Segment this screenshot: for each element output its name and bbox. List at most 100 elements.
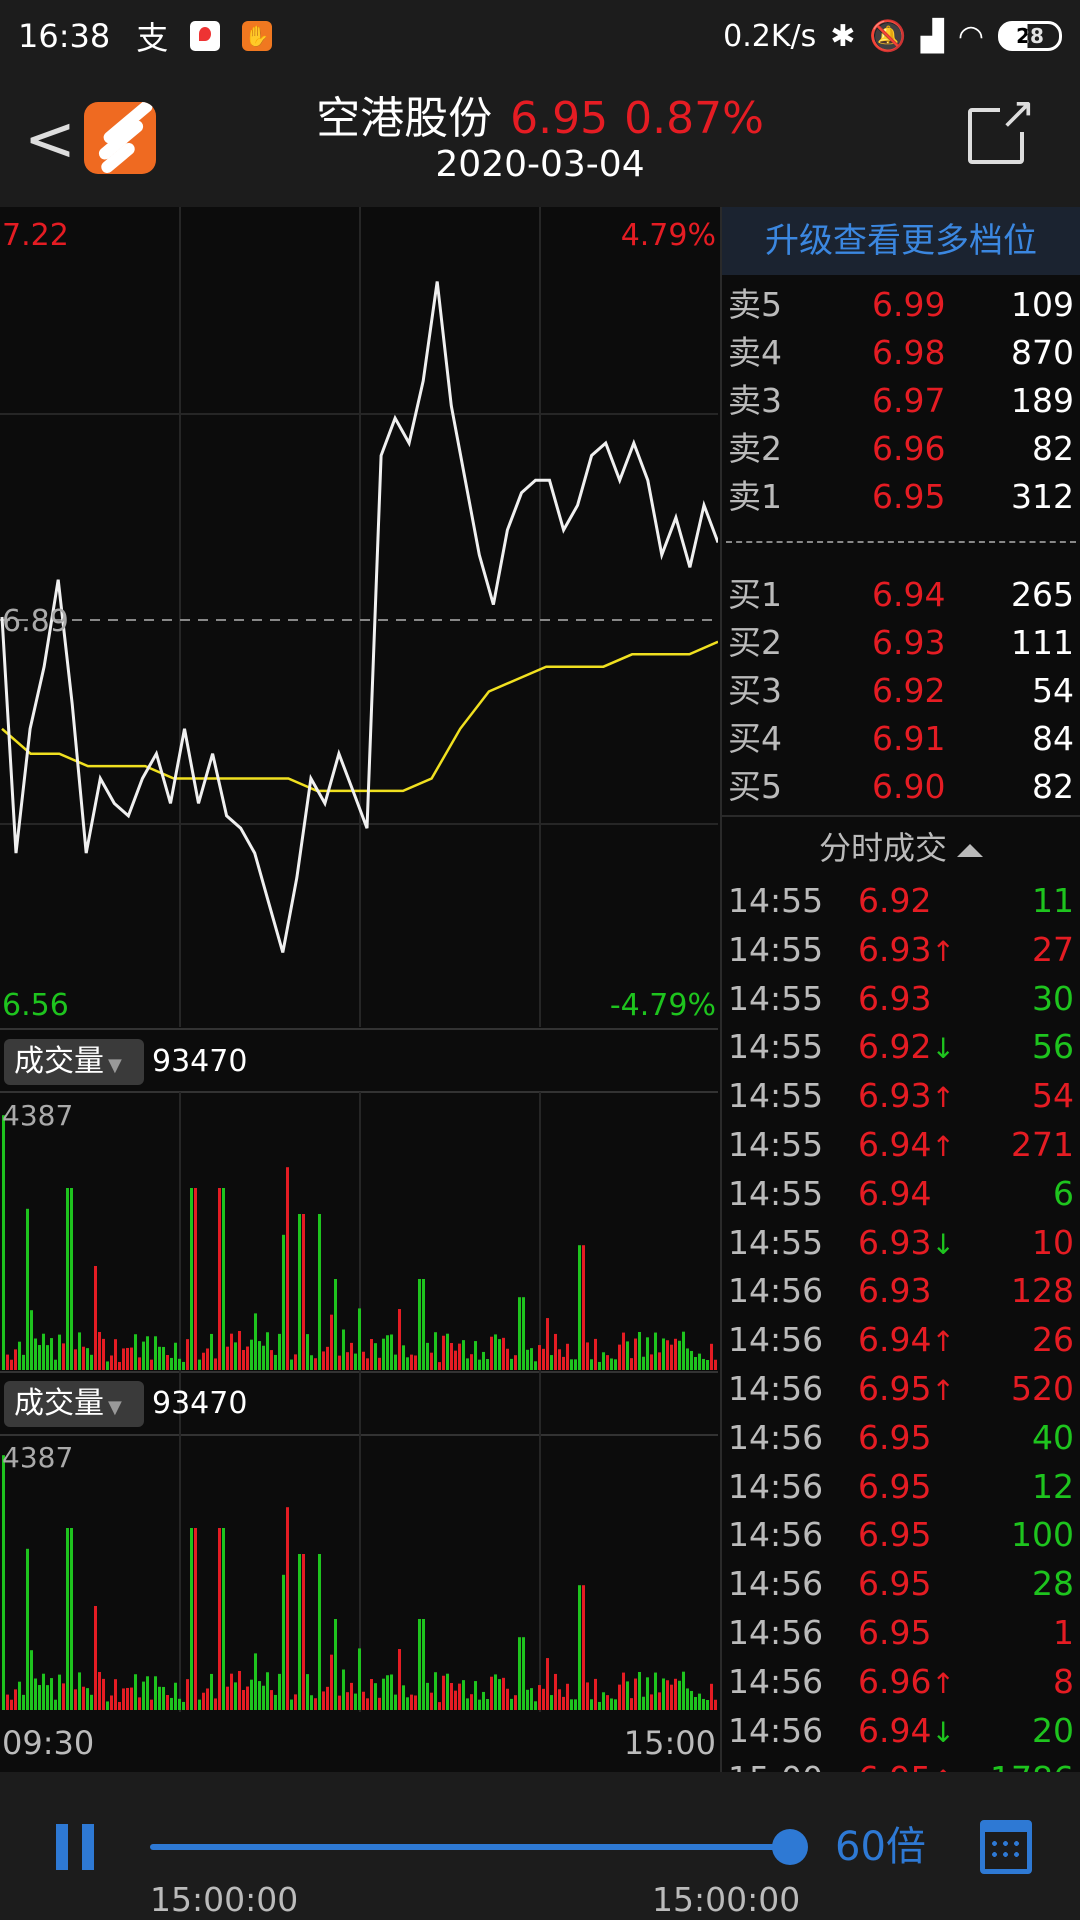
tick-time: 14:55 bbox=[728, 881, 824, 920]
volume-bar bbox=[674, 1338, 677, 1370]
caret-down-icon: ▼ bbox=[108, 1055, 122, 1076]
triangle-up-icon bbox=[957, 843, 983, 857]
volume-bar bbox=[402, 1345, 405, 1370]
tick-time: 14:55 bbox=[728, 1076, 824, 1116]
tick-row: 14:56 6.95 1 bbox=[722, 1609, 1080, 1658]
volume-bar bbox=[306, 1674, 309, 1710]
volume-bar bbox=[122, 1348, 125, 1370]
volume-bar bbox=[710, 1683, 713, 1710]
volume-bar bbox=[46, 1685, 49, 1710]
volume-bar bbox=[26, 1548, 29, 1710]
volume-bar bbox=[34, 1678, 37, 1710]
speed-button[interactable]: 60倍 bbox=[835, 1814, 926, 1872]
volume-bar bbox=[150, 1359, 153, 1370]
volume-bar bbox=[118, 1701, 121, 1710]
orderbook-divider bbox=[726, 507, 1076, 543]
volume-total-1: 93470 bbox=[152, 1044, 248, 1079]
volume-bar bbox=[406, 1357, 409, 1370]
volume-bar bbox=[574, 1359, 577, 1370]
volume-bar bbox=[354, 1353, 357, 1370]
volume-bar bbox=[306, 1334, 309, 1370]
bid-price: 6.94 bbox=[872, 575, 946, 614]
ask-vol: 82 bbox=[1032, 429, 1074, 468]
volume-bar bbox=[14, 1689, 17, 1710]
volume-bar bbox=[402, 1685, 405, 1710]
arrow-up-icon: ↑ bbox=[931, 1129, 955, 1163]
ticks-header-label: 分时成交 bbox=[818, 829, 947, 867]
tick-price-value: 6.93 bbox=[858, 1222, 932, 1262]
volume-indicator-select-1[interactable]: 成交量 ▼ bbox=[4, 1039, 144, 1085]
ask-row: 卖5 6.99 109 bbox=[722, 281, 1080, 329]
volume-bar bbox=[130, 1347, 133, 1370]
tick-price: 6.95 bbox=[858, 1609, 931, 1658]
volume-bar bbox=[522, 1297, 525, 1370]
bid-row: 买2 6.93 111 bbox=[722, 619, 1080, 667]
volume-bar bbox=[570, 1359, 573, 1370]
volume-bar bbox=[342, 1669, 345, 1710]
external-link-icon[interactable] bbox=[968, 88, 1036, 164]
volume-bar bbox=[74, 1349, 77, 1370]
volume-bar bbox=[126, 1687, 129, 1710]
ask-label: 卖3 bbox=[728, 381, 782, 420]
tick-row: 14:55 6.94 6 bbox=[722, 1170, 1080, 1219]
volume-bar bbox=[634, 1678, 637, 1710]
volume-bar bbox=[102, 1338, 105, 1370]
volume-bar bbox=[238, 1330, 241, 1370]
playback-bar: 60倍 15:00:00 15:00:00 bbox=[0, 1772, 1080, 1920]
volume-bar bbox=[418, 1279, 421, 1370]
volume-bar bbox=[378, 1357, 381, 1370]
volume-bar bbox=[534, 1701, 537, 1710]
ticks-header-toggle[interactable]: 分时成交 bbox=[722, 815, 1080, 877]
status-time: 16:38 bbox=[18, 17, 111, 55]
volume-bar bbox=[682, 1671, 685, 1710]
volume-bar bbox=[110, 1695, 113, 1710]
tick-price: 6.95 bbox=[858, 1511, 931, 1560]
volume-bar bbox=[462, 1340, 465, 1370]
bid-row: 买5 6.90 82 bbox=[722, 763, 1080, 811]
tick-vol: 520 bbox=[1011, 1368, 1074, 1408]
bid-row: 买3 6.92 54 bbox=[722, 667, 1080, 715]
volume-bar bbox=[158, 1346, 161, 1370]
tick-vol: 30 bbox=[1032, 978, 1074, 1018]
volume-bar bbox=[498, 1679, 501, 1710]
stock-price: 6.95 bbox=[510, 93, 609, 144]
volume-bar bbox=[170, 1357, 173, 1370]
volume-bar bbox=[694, 1697, 697, 1710]
volume-bar bbox=[614, 1359, 617, 1370]
progress-knob[interactable] bbox=[772, 1829, 808, 1865]
volume-bar bbox=[638, 1671, 641, 1710]
volume-bar bbox=[214, 1358, 217, 1370]
volume-bar bbox=[386, 1335, 389, 1370]
volume-bar bbox=[574, 1699, 577, 1710]
volume-bar bbox=[94, 1606, 97, 1710]
tick-price: 6.92↓ bbox=[858, 1023, 955, 1074]
volume-bar bbox=[210, 1673, 213, 1710]
upgrade-depth-button[interactable]: 升级查看更多档位 bbox=[722, 207, 1080, 275]
volume-bar bbox=[134, 1334, 137, 1370]
pause-icon[interactable] bbox=[56, 1824, 96, 1870]
volume-bar bbox=[346, 1352, 349, 1370]
volume-bar bbox=[554, 1673, 557, 1710]
tick-price-value: 6.93 bbox=[858, 1076, 932, 1116]
volume-bar bbox=[334, 1619, 337, 1710]
volume-bar bbox=[594, 1338, 597, 1370]
volume-total-2: 93470 bbox=[152, 1386, 248, 1421]
volume-bar bbox=[170, 1697, 173, 1710]
volume-indicator-select-2[interactable]: 成交量 ▼ bbox=[4, 1381, 144, 1427]
tick-price-value: 6.94 bbox=[858, 1124, 932, 1164]
volume-bar bbox=[606, 1695, 609, 1710]
volume-bar bbox=[138, 1357, 141, 1370]
volume-bar bbox=[130, 1687, 133, 1710]
calendar-icon[interactable] bbox=[980, 1820, 1032, 1874]
volume-bar bbox=[110, 1355, 113, 1370]
tick-vol: 40 bbox=[1032, 1417, 1074, 1457]
volume-bar bbox=[702, 1698, 705, 1710]
volume-bar bbox=[666, 1340, 669, 1370]
volume-bar bbox=[10, 1359, 13, 1370]
volume-bar bbox=[230, 1333, 233, 1370]
tick-price-value: 6.94 bbox=[858, 1173, 932, 1213]
tick-time: 14:55 bbox=[728, 929, 824, 969]
progress-track[interactable] bbox=[150, 1844, 790, 1850]
tick-time: 14:55 bbox=[728, 978, 824, 1018]
tick-row: 14:56 6.95 28 bbox=[722, 1560, 1080, 1609]
